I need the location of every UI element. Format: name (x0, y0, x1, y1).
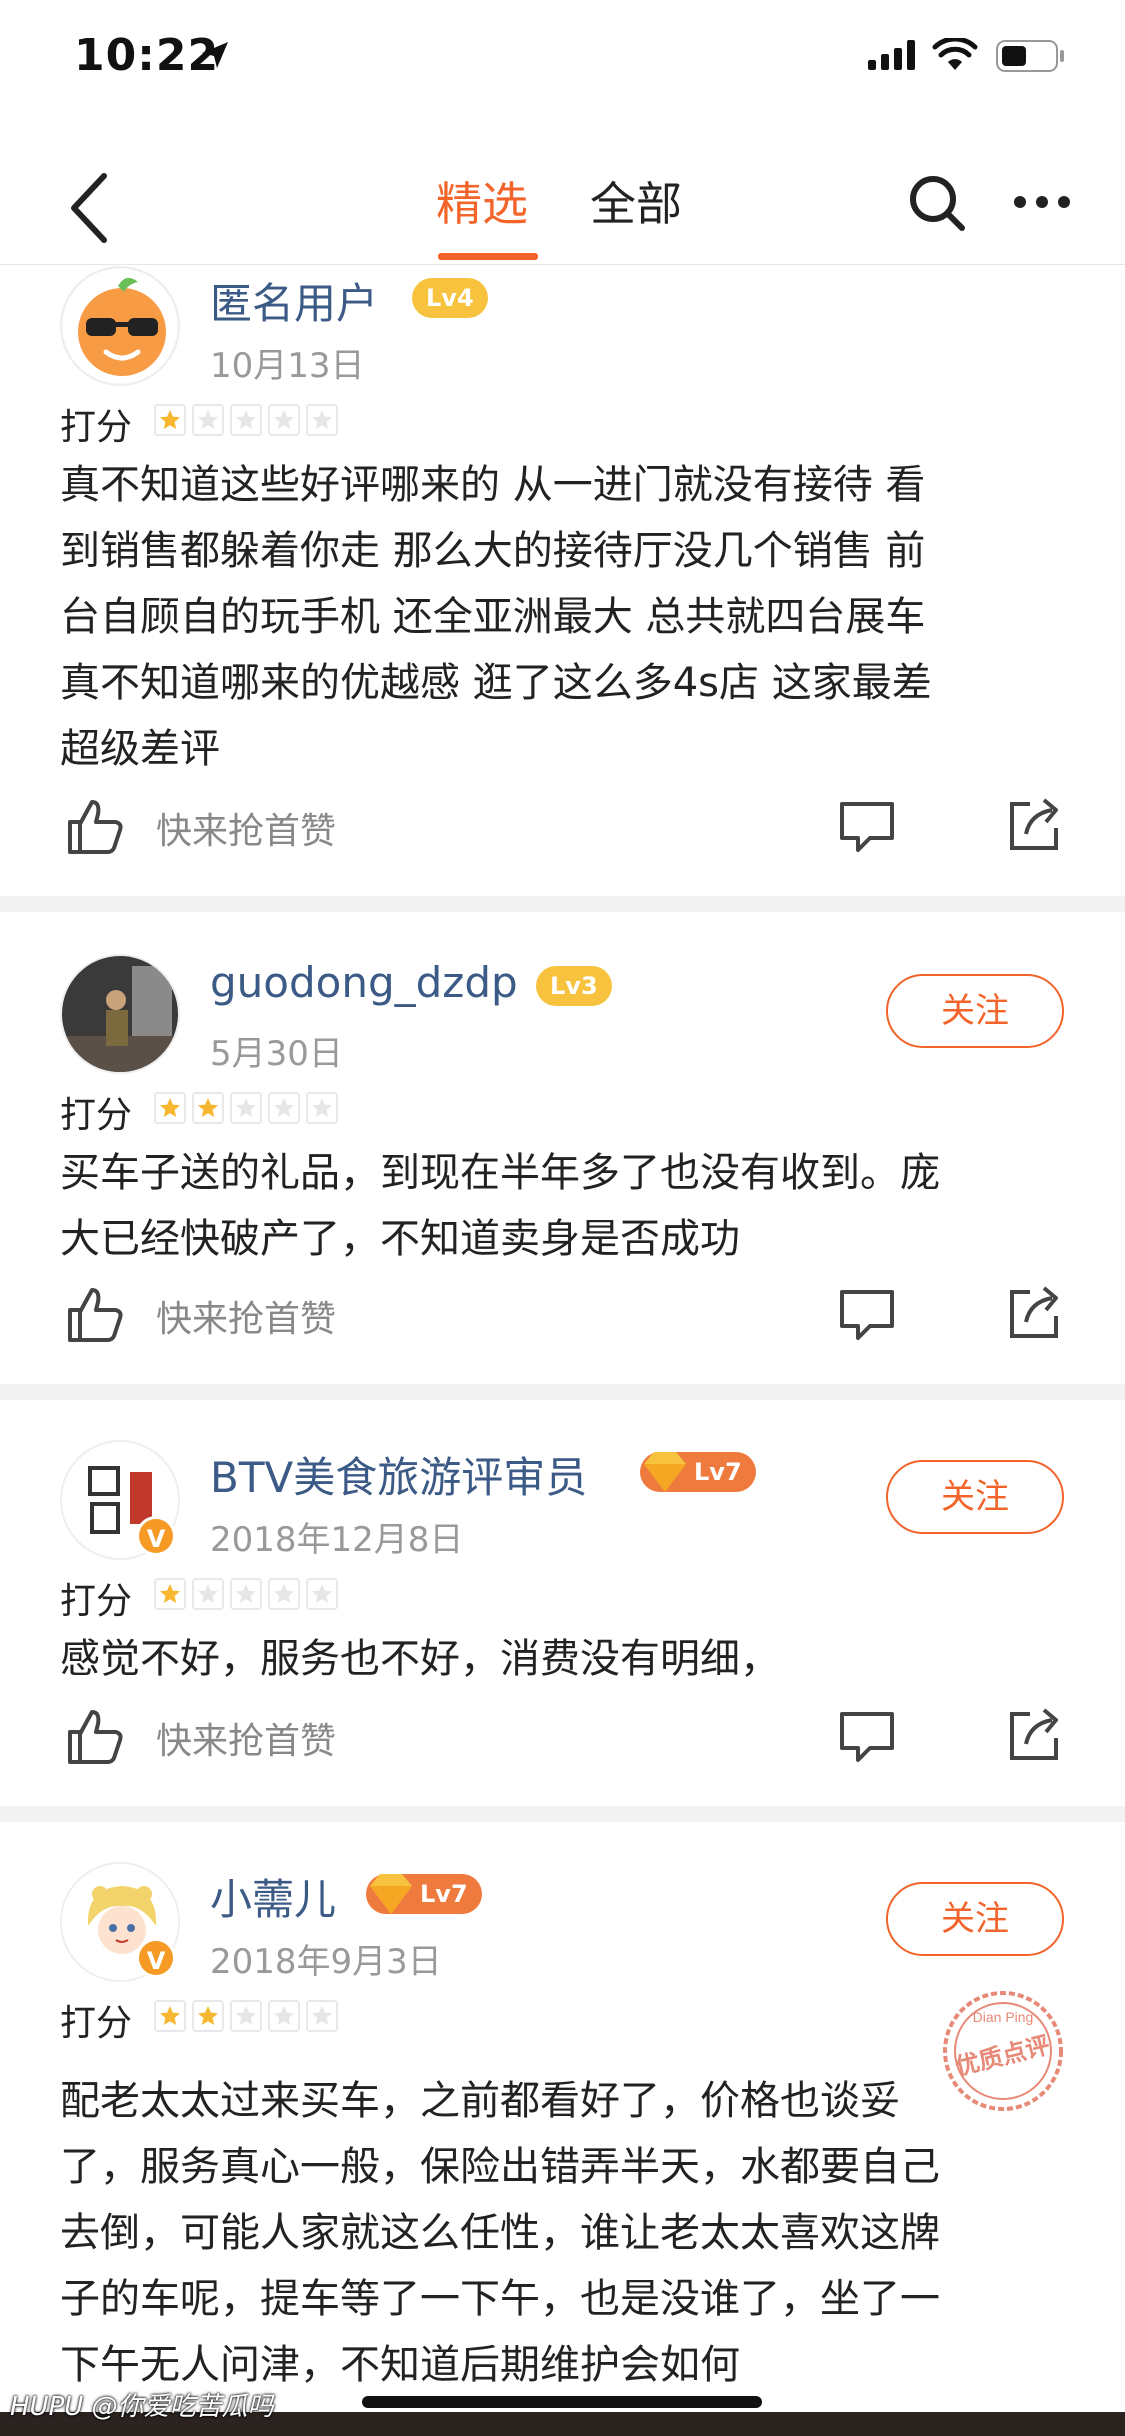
watermark: HUPU @你爱吃苦瓜吗 (10, 2392, 274, 2422)
level-badge: Lv7 (366, 1874, 482, 1914)
star-empty-icon (268, 404, 300, 436)
star-empty-icon (268, 1092, 300, 1124)
review-date: 10月13日 (210, 346, 365, 386)
level-text: Lv7 (420, 1880, 468, 1908)
username[interactable]: 小薷儿 (210, 1866, 336, 1927)
like-prompt[interactable]: 快来抢首赞 (156, 802, 336, 854)
orange-mascot-avatar-icon (62, 268, 178, 384)
star-filled-icon (192, 1092, 224, 1124)
status-bar: 10:22 (0, 0, 1125, 120)
section-divider (0, 896, 1125, 912)
section-divider (0, 1384, 1125, 1400)
home-indicator[interactable] (362, 2396, 762, 2408)
star-empty-icon (306, 2000, 338, 2032)
review-date: 5月30日 (210, 1034, 343, 1074)
rating-label: 打分 (60, 2003, 133, 2044)
stamp-top-text: Dian Ping (973, 2009, 1034, 2025)
star-rating (154, 2000, 338, 2036)
follow-button[interactable]: 关注 (886, 1882, 1064, 1956)
share-icon[interactable] (1006, 1704, 1062, 1764)
status-time: 10:22 (74, 30, 220, 81)
star-empty-icon (268, 1578, 300, 1610)
thumbs-up-icon[interactable] (64, 796, 124, 856)
more-options-icon[interactable] (1012, 194, 1072, 210)
star-filled-icon (192, 2000, 224, 2032)
star-filled-icon (154, 404, 186, 436)
follow-button[interactable]: 关注 (886, 974, 1064, 1048)
star-empty-icon (192, 1578, 224, 1610)
top-nav-bar: 精选 全部 (0, 150, 1125, 265)
comment-icon[interactable] (838, 800, 896, 854)
level-badge: Lv4 (412, 278, 488, 318)
review-text[interactable]: 感觉不好，服务也不好，消费没有明细， (60, 1626, 1070, 1692)
star-rating (154, 1092, 338, 1128)
diamond-icon (644, 1452, 686, 1492)
review-text[interactable]: 买车子送的礼品，到现在半年多了也没有收到。庞 大已经快破产了，不知道卖身是否成功 (60, 1140, 1070, 1272)
rating-label: 打分 (60, 407, 133, 448)
star-empty-icon (230, 1092, 262, 1124)
back-arrow-icon[interactable] (62, 168, 122, 248)
thumbs-up-icon[interactable] (64, 1284, 124, 1344)
username[interactable]: BTV美食旅游评审员 (210, 1444, 587, 1505)
star-rating (154, 404, 338, 440)
verified-badge: V (136, 1516, 176, 1556)
tab-active-underline (438, 253, 538, 260)
star-empty-icon (230, 404, 262, 436)
quality-review-stamp: Dian Ping 优质点评 (943, 1991, 1063, 2111)
star-filled-icon (154, 1578, 186, 1610)
review-date: 2018年9月3日 (210, 1942, 442, 1982)
verified-badge: V (136, 1938, 176, 1978)
username[interactable]: 匿名用户 (210, 270, 378, 331)
star-empty-icon (306, 1092, 338, 1124)
level-badge: Lv3 (536, 966, 612, 1006)
avatar[interactable] (60, 954, 180, 1074)
like-prompt[interactable]: 快来抢首赞 (156, 1290, 336, 1342)
star-empty-icon (192, 404, 224, 436)
star-empty-icon (268, 2000, 300, 2032)
review-action-bar: 快来抢首赞 (0, 1698, 1125, 1778)
review-action-bar: 快来抢首赞 (0, 1276, 1125, 1356)
section-divider (0, 1806, 1125, 1822)
battery-icon (996, 40, 1064, 72)
review-action-bar: 快来抢首赞 (0, 788, 1125, 868)
diamond-icon (370, 1874, 412, 1914)
star-empty-icon (306, 1578, 338, 1610)
comment-icon[interactable] (838, 1710, 896, 1764)
star-filled-icon (154, 2000, 186, 2032)
like-prompt[interactable]: 快来抢首赞 (156, 1712, 336, 1764)
star-empty-icon (306, 404, 338, 436)
rating-label: 打分 (60, 1581, 133, 1622)
review-date: 2018年12月8日 (210, 1520, 464, 1560)
level-badge: Lv7 (640, 1452, 756, 1492)
wifi-icon (932, 38, 978, 70)
share-icon[interactable] (1006, 794, 1062, 854)
location-arrow-icon (202, 42, 228, 68)
follow-button[interactable]: 关注 (886, 1460, 1064, 1534)
tab-all[interactable]: 全部 (590, 168, 682, 234)
star-rating (154, 1578, 338, 1614)
star-empty-icon (230, 1578, 262, 1610)
review-text[interactable]: 配老太太过来买车，之前都看好了，价格也谈妥 了，服务真心一般，保险出错弄半天，水… (60, 2068, 1070, 2398)
tab-featured[interactable]: 精选 (436, 168, 528, 234)
username[interactable]: guodong_dzdp (210, 958, 518, 1007)
level-text: Lv7 (694, 1458, 742, 1486)
search-icon[interactable] (906, 172, 970, 236)
review-text[interactable]: 真不知道这些好评哪来的 从一进门就没有接待 看 到销售都躲着你走 那么大的接待厅… (60, 452, 1070, 782)
thumbs-up-icon[interactable] (64, 1706, 124, 1766)
stamp-main-text: 优质点评 (953, 2031, 1053, 2081)
rating-label: 打分 (60, 1095, 133, 1136)
avatar[interactable] (60, 266, 180, 386)
user-photo-avatar-icon (62, 956, 178, 1072)
star-empty-icon (230, 2000, 262, 2032)
share-icon[interactable] (1006, 1282, 1062, 1342)
comment-icon[interactable] (838, 1288, 896, 1342)
star-filled-icon (154, 1092, 186, 1124)
cellular-signal-icon (868, 40, 915, 70)
